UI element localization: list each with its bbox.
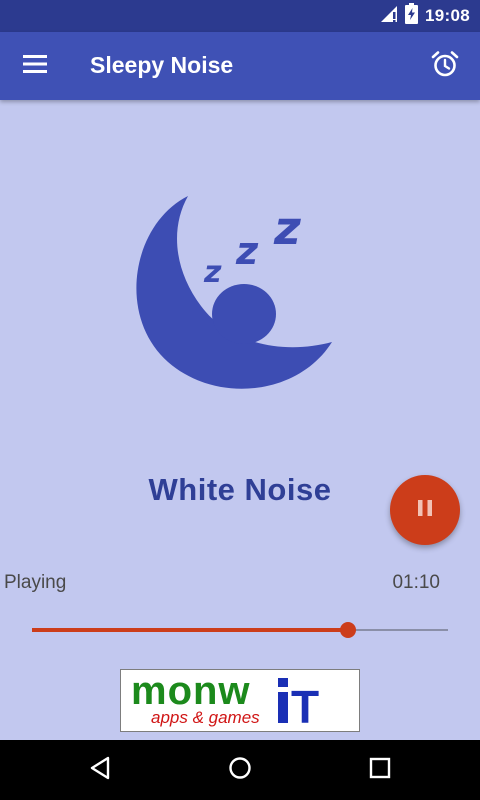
app-bar: Sleepy Noise (0, 32, 480, 100)
back-button[interactable] (80, 750, 120, 790)
svg-text:apps & games: apps & games (151, 708, 260, 727)
seekbar-thumb[interactable] (340, 622, 357, 638)
home-icon (228, 756, 252, 785)
status-bar: 19:08 (0, 0, 480, 32)
seekbar[interactable] (32, 620, 448, 640)
status-icons: 19:08 (380, 3, 470, 29)
battery-charging-icon (405, 3, 419, 29)
pause-button[interactable] (390, 475, 460, 545)
alarm-clock-icon (431, 50, 459, 83)
status-time: 19:08 (425, 6, 470, 25)
alarm-button[interactable] (424, 45, 466, 87)
playback-status: Playing (4, 572, 67, 593)
playback-time: 01:10 (392, 572, 440, 593)
app-title: Sleepy Noise (90, 52, 234, 78)
svg-text:z: z (203, 255, 222, 290)
svg-text:T: T (291, 681, 319, 731)
svg-text:z: z (273, 201, 301, 255)
signal-icon (380, 5, 398, 28)
ad-banner[interactable]: monw T apps & games (120, 669, 360, 732)
menu-button[interactable] (14, 45, 56, 87)
seekbar-progress (32, 628, 349, 632)
pause-icon (417, 499, 433, 522)
recents-icon (369, 757, 391, 784)
svg-text:monw: monw (131, 670, 251, 713)
monwit-logo: monw T apps & games (131, 670, 319, 731)
back-icon (89, 756, 111, 785)
recents-button[interactable] (360, 750, 400, 790)
svg-text:z: z (235, 229, 259, 273)
navigation-bar (0, 740, 480, 800)
home-button[interactable] (220, 750, 260, 790)
sleeping-moon-icon: z z z (128, 190, 338, 400)
menu-icon (23, 54, 47, 78)
